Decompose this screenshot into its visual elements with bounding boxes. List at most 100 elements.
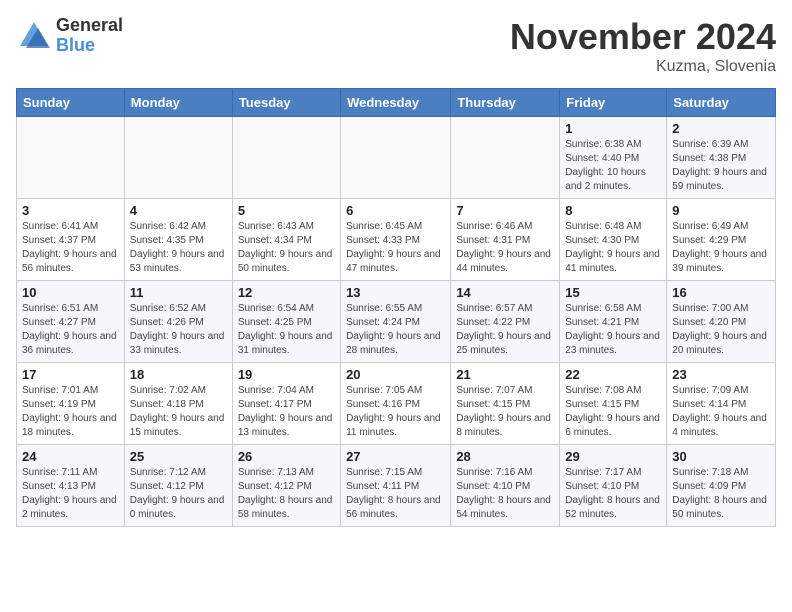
- calendar-table: Sunday Monday Tuesday Wednesday Thursday…: [16, 88, 776, 527]
- calendar-week-2: 3 Sunrise: 6:41 AM Sunset: 4:37 PM Daylig…: [17, 199, 776, 281]
- day-number: 8: [565, 203, 661, 218]
- calendar-body: 1Sunrise: 6:38 AM Sunset: 4:40 PM Daylig…: [17, 117, 776, 527]
- day-number: 14: [456, 285, 554, 300]
- day-info: Sunrise: 7:01 AM Sunset: 4:19 PM Dayligh…: [22, 384, 119, 440]
- calendar-cell-4-5: 21 Sunrise: 7:07 AM Sunset: 4:15 PM Dayli…: [451, 363, 560, 445]
- header-sunday: Sunday: [17, 89, 125, 117]
- calendar-cell-2-4: 6 Sunrise: 6:45 AM Sunset: 4:33 PM Daylig…: [341, 199, 451, 281]
- day-number: 3: [22, 203, 119, 218]
- calendar-cell-2-7: 9 Sunrise: 6:49 AM Sunset: 4:29 PM Daylig…: [667, 199, 776, 281]
- calendar-cell-3-4: 13 Sunrise: 6:55 AM Sunset: 4:24 PM Dayli…: [341, 281, 451, 363]
- calendar-week-3: 10Sunrise: 6:51 AM Sunset: 4:27 PM Dayli…: [17, 281, 776, 363]
- day-info: Sunrise: 7:18 AM Sunset: 4:09 PM Dayligh…: [672, 466, 770, 522]
- calendar-cell-4-2: 18 Sunrise: 7:02 AM Sunset: 4:18 PM Dayli…: [124, 363, 232, 445]
- day-number: 5: [238, 203, 335, 218]
- header-monday: Monday: [124, 89, 232, 117]
- calendar-cell-3-7: 16Sunrise: 7:00 AM Sunset: 4:20 PM Dayli…: [667, 281, 776, 363]
- calendar-cell-2-3: 5 Sunrise: 6:43 AM Sunset: 4:34 PM Daylig…: [232, 199, 340, 281]
- calendar-cell-3-3: 12 Sunrise: 6:54 AM Sunset: 4:25 PM Dayli…: [232, 281, 340, 363]
- day-number: 13: [346, 285, 445, 300]
- day-number: 29: [565, 449, 661, 464]
- header-friday: Friday: [560, 89, 667, 117]
- logo-line1: General: [56, 16, 123, 36]
- calendar-week-4: 17Sunrise: 7:01 AM Sunset: 4:19 PM Dayli…: [17, 363, 776, 445]
- header-wednesday: Wednesday: [341, 89, 451, 117]
- day-info: Sunrise: 7:04 AM Sunset: 4:17 PM Dayligh…: [238, 384, 335, 440]
- day-info: Sunrise: 7:12 AM Sunset: 4:12 PM Dayligh…: [130, 466, 227, 522]
- calendar-week-5: 24 Sunrise: 7:11 AM Sunset: 4:13 PM Dayli…: [17, 445, 776, 527]
- day-info: Sunrise: 7:11 AM Sunset: 4:13 PM Dayligh…: [22, 466, 119, 522]
- calendar-cell-4-7: 23Sunrise: 7:09 AM Sunset: 4:14 PM Dayli…: [667, 363, 776, 445]
- day-info: Sunrise: 6:55 AM Sunset: 4:24 PM Dayligh…: [346, 302, 445, 358]
- calendar-cell-5-2: 25 Sunrise: 7:12 AM Sunset: 4:12 PM Dayli…: [124, 445, 232, 527]
- page: General Blue November 2024 Kuzma, Sloven…: [0, 0, 792, 612]
- logo-line2: Blue: [56, 36, 123, 56]
- calendar-cell-2-1: 3 Sunrise: 6:41 AM Sunset: 4:37 PM Daylig…: [17, 199, 125, 281]
- calendar-cell-1-6: 1Sunrise: 6:38 AM Sunset: 4:40 PM Daylig…: [560, 117, 667, 199]
- day-info: Sunrise: 7:07 AM Sunset: 4:15 PM Dayligh…: [456, 384, 554, 440]
- calendar-cell-1-4: [341, 117, 451, 199]
- weekday-header-row: Sunday Monday Tuesday Wednesday Thursday…: [17, 89, 776, 117]
- day-number: 6: [346, 203, 445, 218]
- header-saturday: Saturday: [667, 89, 776, 117]
- calendar-cell-5-6: 29Sunrise: 7:17 AM Sunset: 4:10 PM Dayli…: [560, 445, 667, 527]
- day-info: Sunrise: 7:16 AM Sunset: 4:10 PM Dayligh…: [456, 466, 554, 522]
- calendar-cell-1-7: 2Sunrise: 6:39 AM Sunset: 4:38 PM Daylig…: [667, 117, 776, 199]
- day-number: 16: [672, 285, 770, 300]
- day-info: Sunrise: 6:43 AM Sunset: 4:34 PM Dayligh…: [238, 220, 335, 276]
- calendar-cell-3-6: 15 Sunrise: 6:58 AM Sunset: 4:21 PM Dayli…: [560, 281, 667, 363]
- header: General Blue November 2024 Kuzma, Sloven…: [16, 16, 776, 76]
- calendar-cell-5-1: 24 Sunrise: 7:11 AM Sunset: 4:13 PM Dayli…: [17, 445, 125, 527]
- day-number: 9: [672, 203, 770, 218]
- day-number: 24: [22, 449, 119, 464]
- day-number: 21: [456, 367, 554, 382]
- day-info: Sunrise: 6:49 AM Sunset: 4:29 PM Dayligh…: [672, 220, 770, 276]
- day-number: 15: [565, 285, 661, 300]
- calendar-cell-5-7: 30Sunrise: 7:18 AM Sunset: 4:09 PM Dayli…: [667, 445, 776, 527]
- day-number: 2: [672, 121, 770, 136]
- calendar-cell-5-4: 27 Sunrise: 7:15 AM Sunset: 4:11 PM Dayli…: [341, 445, 451, 527]
- day-info: Sunrise: 6:41 AM Sunset: 4:37 PM Dayligh…: [22, 220, 119, 276]
- day-info: Sunrise: 7:08 AM Sunset: 4:15 PM Dayligh…: [565, 384, 661, 440]
- day-number: 4: [130, 203, 227, 218]
- title-section: November 2024 Kuzma, Slovenia: [510, 16, 776, 76]
- day-number: 27: [346, 449, 445, 464]
- calendar-cell-4-1: 17Sunrise: 7:01 AM Sunset: 4:19 PM Dayli…: [17, 363, 125, 445]
- calendar-cell-4-6: 22 Sunrise: 7:08 AM Sunset: 4:15 PM Dayli…: [560, 363, 667, 445]
- day-info: Sunrise: 7:13 AM Sunset: 4:12 PM Dayligh…: [238, 466, 335, 522]
- day-info: Sunrise: 7:02 AM Sunset: 4:18 PM Dayligh…: [130, 384, 227, 440]
- day-number: 26: [238, 449, 335, 464]
- calendar-cell-5-3: 26 Sunrise: 7:13 AM Sunset: 4:12 PM Dayli…: [232, 445, 340, 527]
- day-info: Sunrise: 7:09 AM Sunset: 4:14 PM Dayligh…: [672, 384, 770, 440]
- day-info: Sunrise: 6:38 AM Sunset: 4:40 PM Dayligh…: [565, 138, 661, 194]
- day-info: Sunrise: 6:54 AM Sunset: 4:25 PM Dayligh…: [238, 302, 335, 358]
- header-thursday: Thursday: [451, 89, 560, 117]
- day-info: Sunrise: 6:58 AM Sunset: 4:21 PM Dayligh…: [565, 302, 661, 358]
- day-number: 20: [346, 367, 445, 382]
- calendar-cell-2-2: 4 Sunrise: 6:42 AM Sunset: 4:35 PM Daylig…: [124, 199, 232, 281]
- month-title: November 2024: [510, 16, 776, 58]
- logo-icon: [16, 18, 52, 54]
- calendar-cell-1-1: [17, 117, 125, 199]
- day-number: 18: [130, 367, 227, 382]
- day-number: 19: [238, 367, 335, 382]
- location: Kuzma, Slovenia: [510, 58, 776, 76]
- day-info: Sunrise: 6:45 AM Sunset: 4:33 PM Dayligh…: [346, 220, 445, 276]
- calendar-cell-1-5: [451, 117, 560, 199]
- day-info: Sunrise: 7:05 AM Sunset: 4:16 PM Dayligh…: [346, 384, 445, 440]
- day-info: Sunrise: 6:42 AM Sunset: 4:35 PM Dayligh…: [130, 220, 227, 276]
- calendar-cell-1-3: [232, 117, 340, 199]
- day-info: Sunrise: 6:52 AM Sunset: 4:26 PM Dayligh…: [130, 302, 227, 358]
- day-number: 22: [565, 367, 661, 382]
- day-number: 28: [456, 449, 554, 464]
- calendar-cell-1-2: [124, 117, 232, 199]
- header-tuesday: Tuesday: [232, 89, 340, 117]
- day-number: 25: [130, 449, 227, 464]
- calendar-cell-4-4: 20 Sunrise: 7:05 AM Sunset: 4:16 PM Dayli…: [341, 363, 451, 445]
- day-info: Sunrise: 7:15 AM Sunset: 4:11 PM Dayligh…: [346, 466, 445, 522]
- calendar-header: Sunday Monday Tuesday Wednesday Thursday…: [17, 89, 776, 117]
- day-number: 11: [130, 285, 227, 300]
- day-number: 7: [456, 203, 554, 218]
- day-info: Sunrise: 6:57 AM Sunset: 4:22 PM Dayligh…: [456, 302, 554, 358]
- day-number: 12: [238, 285, 335, 300]
